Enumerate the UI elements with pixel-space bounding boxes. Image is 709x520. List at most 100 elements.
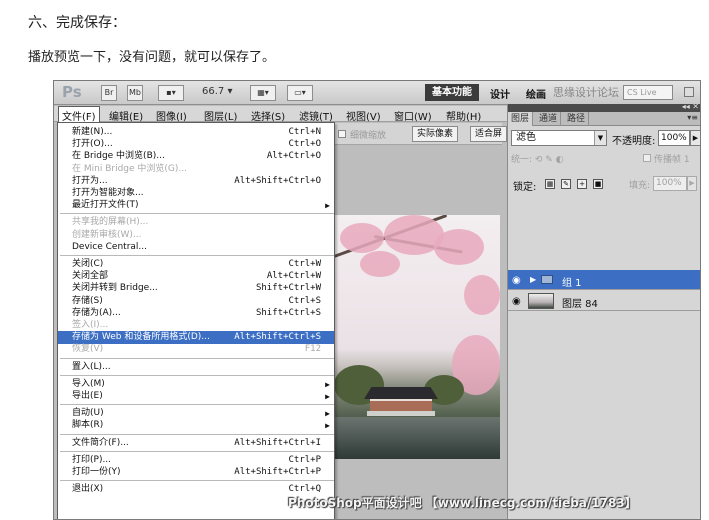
visibility-eye-icon[interactable]: ◉ xyxy=(512,296,521,307)
blossom-shape xyxy=(340,223,384,253)
file-menu-item[interactable]: 导出(E) ▶ xyxy=(58,390,334,403)
scrubby-zoom-checkbox[interactable] xyxy=(338,130,346,138)
arrange-documents-button[interactable]: ▦▾ xyxy=(250,85,276,101)
panel-collapse-icon[interactable]: ◂◂ ✕ xyxy=(682,102,699,111)
file-menu-item[interactable]: 恢复(V) F12 xyxy=(58,343,334,356)
file-menu-item[interactable]: 在 Mini Bridge 中浏览(G)... xyxy=(58,163,334,176)
blossom-shape xyxy=(464,275,500,315)
chevron-down-icon: ▼ xyxy=(594,131,606,145)
file-menu-item[interactable]: 置入(L)... xyxy=(58,361,334,374)
menu-layer[interactable]: 图层(L) xyxy=(204,108,237,123)
fit-screen-button[interactable]: 适合屏 xyxy=(470,126,508,142)
menu-item-label: 存储(S) xyxy=(72,295,103,306)
fill-input[interactable]: 100% xyxy=(653,176,687,191)
file-menu-item[interactable]: 创建新审核(W)... xyxy=(58,229,334,242)
pavilion-base-shape xyxy=(367,411,435,416)
window-close-icon[interactable] xyxy=(684,87,694,97)
file-menu-item[interactable]: 签入(I)... xyxy=(58,319,334,332)
menu-select[interactable]: 选择(S) xyxy=(251,108,285,123)
file-menu-item[interactable]: 关闭(C) Ctrl+W xyxy=(58,258,334,271)
file-menu-item[interactable]: 打印(P)... Ctrl+P xyxy=(58,454,334,467)
tab-paths[interactable]: 路径 xyxy=(564,112,590,126)
submenu-arrow-icon: ▶ xyxy=(325,379,330,389)
file-menu-item[interactable]: Device Central... xyxy=(58,241,334,254)
menu-item-label: 在 Mini Bridge 中浏览(G)... xyxy=(72,163,187,174)
tab-channels[interactable]: 通道 xyxy=(536,112,562,126)
opacity-slider-arrow-icon[interactable]: ▶ xyxy=(690,130,700,146)
file-menu-item[interactable]: 打开为智能对象... xyxy=(58,187,334,200)
visibility-eye-icon[interactable]: ◉ xyxy=(512,275,521,286)
workspace-painting[interactable]: 绘画 xyxy=(526,86,546,101)
view-extras-button[interactable]: ▪▾ xyxy=(158,85,184,101)
menu-filter[interactable]: 滤镜(T) xyxy=(299,108,333,123)
file-menu-item[interactable]: 共享我的屏幕(H)... xyxy=(58,216,334,229)
file-menu-item[interactable]: 打印一份(Y) Alt+Shift+Ctrl+P xyxy=(58,466,334,479)
layer-row-layer-84[interactable]: ◉ 图层 84 xyxy=(508,291,700,311)
file-menu-item[interactable]: 导入(M) ▶ xyxy=(58,378,334,391)
menu-separator xyxy=(60,255,334,256)
blend-mode-value: 滤色 xyxy=(516,132,536,143)
zoom-level[interactable]: 66.7 ▾ xyxy=(202,86,232,97)
expand-triangle-icon[interactable]: ▶ xyxy=(530,275,536,284)
menu-help[interactable]: 帮助(H) xyxy=(446,108,481,123)
file-menu-item[interactable]: 存储为 Web 和设备所用格式(D)... Alt+Shift+Ctrl+S xyxy=(58,331,334,345)
file-menu-item[interactable]: 脚本(R) ▶ xyxy=(58,419,334,432)
file-menu-item[interactable]: 在 Bridge 中浏览(B)... Alt+Ctrl+O xyxy=(58,150,334,163)
menu-item-label: 在 Bridge 中浏览(B)... xyxy=(72,151,165,162)
layer-name: 图层 84 xyxy=(562,299,598,310)
bridge-button[interactable]: Br xyxy=(101,85,117,101)
ps-logo: Ps xyxy=(62,83,82,101)
propagate-frame-checkbox[interactable] xyxy=(643,154,651,162)
file-menu-item[interactable]: 关闭全部 Alt+Ctrl+W xyxy=(58,270,334,283)
menu-item-label: 脚本(R) xyxy=(72,420,104,431)
propagate-frame-label: 传播帧 1 xyxy=(654,155,690,165)
menu-item-shortcut: Ctrl+S xyxy=(288,295,321,306)
screen-mode-button[interactable]: ▭▾ xyxy=(287,85,313,101)
lock-transparency-icon[interactable]: ▦ xyxy=(545,179,555,189)
mini-bridge-button[interactable]: Mb xyxy=(127,85,143,101)
cs-live-button[interactable]: CS Live xyxy=(623,85,673,100)
document-canvas-photo[interactable] xyxy=(334,215,500,459)
tab-layers[interactable]: 图层 xyxy=(508,112,534,126)
workspace-design[interactable]: 设计 xyxy=(490,86,510,101)
menu-item-shortcut: Alt+Shift+Ctrl+I xyxy=(234,437,321,448)
opacity-input[interactable]: 100% xyxy=(658,130,690,146)
blossom-shape xyxy=(360,251,400,277)
file-menu-item[interactable]: 关闭并转到 Bridge... Shift+Ctrl+W xyxy=(58,282,334,295)
file-menu-item[interactable]: 自动(U) ▶ xyxy=(58,407,334,420)
file-menu-item[interactable]: 最近打开文件(T) ▶ xyxy=(58,199,334,212)
actual-pixels-button[interactable]: 实际像素 xyxy=(412,126,459,142)
menu-item-shortcut: Ctrl+O xyxy=(288,139,321,150)
panel-title-strip[interactable]: ◂◂ ✕ xyxy=(508,102,700,112)
file-menu-item[interactable]: 文件简介(F)... Alt+Shift+Ctrl+I xyxy=(58,437,334,450)
menu-item-shortcut: F12 xyxy=(304,344,321,355)
file-menu-item[interactable]: 打开为... Alt+Shift+Ctrl+O xyxy=(58,175,334,188)
lock-all-icon[interactable]: ■ xyxy=(593,179,603,189)
opacity-label: 不透明度: xyxy=(612,136,656,147)
pavilion-body-shape xyxy=(370,399,432,411)
menu-item-shortcut: Alt+Shift+Ctrl+S xyxy=(234,332,321,343)
lock-position-icon[interactable]: + xyxy=(577,179,587,189)
file-menu-item[interactable]: 新建(N)... Ctrl+N xyxy=(58,126,334,139)
file-menu-item[interactable]: 存储(S) Ctrl+S xyxy=(58,295,334,308)
lock-pixels-icon[interactable]: ✎ xyxy=(561,179,571,189)
menu-separator xyxy=(60,213,334,215)
menu-item-label: 恢复(V) xyxy=(72,344,104,355)
file-menu-item[interactable]: 存储为(A)... Shift+Ctrl+S xyxy=(58,307,334,320)
file-menu-item[interactable]: 打开(O)... Ctrl+O xyxy=(58,138,334,151)
menu-file[interactable]: 文件(F) xyxy=(58,106,100,123)
fill-label: 填充: xyxy=(629,181,651,191)
layer-thumbnail xyxy=(528,293,554,309)
menu-edit[interactable]: 编辑(E) xyxy=(109,108,143,123)
unify-label: 统一: xyxy=(511,155,533,165)
menu-window[interactable]: 窗口(W) xyxy=(394,108,432,123)
menu-view[interactable]: 视图(V) xyxy=(346,108,381,123)
workspace-essentials[interactable]: 基本功能 xyxy=(425,84,479,101)
fill-slider-arrow-icon[interactable]: ▶ xyxy=(687,176,697,191)
blend-mode-select[interactable]: 滤色 ▼ xyxy=(511,130,607,146)
layer-row-group-1[interactable]: ◉ ▶ 组 1 xyxy=(508,270,700,290)
panel-menu-icon[interactable]: ▾≡ xyxy=(687,113,698,122)
menu-image[interactable]: 图像(I) xyxy=(156,108,187,123)
article-heading: 六、完成保存： xyxy=(28,15,126,31)
photoshop-window: Ps Br Mb ▪▾ 66.7 ▾ ▦▾ ▭▾ 基本功能 设计 绘画 CS L… xyxy=(53,80,701,520)
